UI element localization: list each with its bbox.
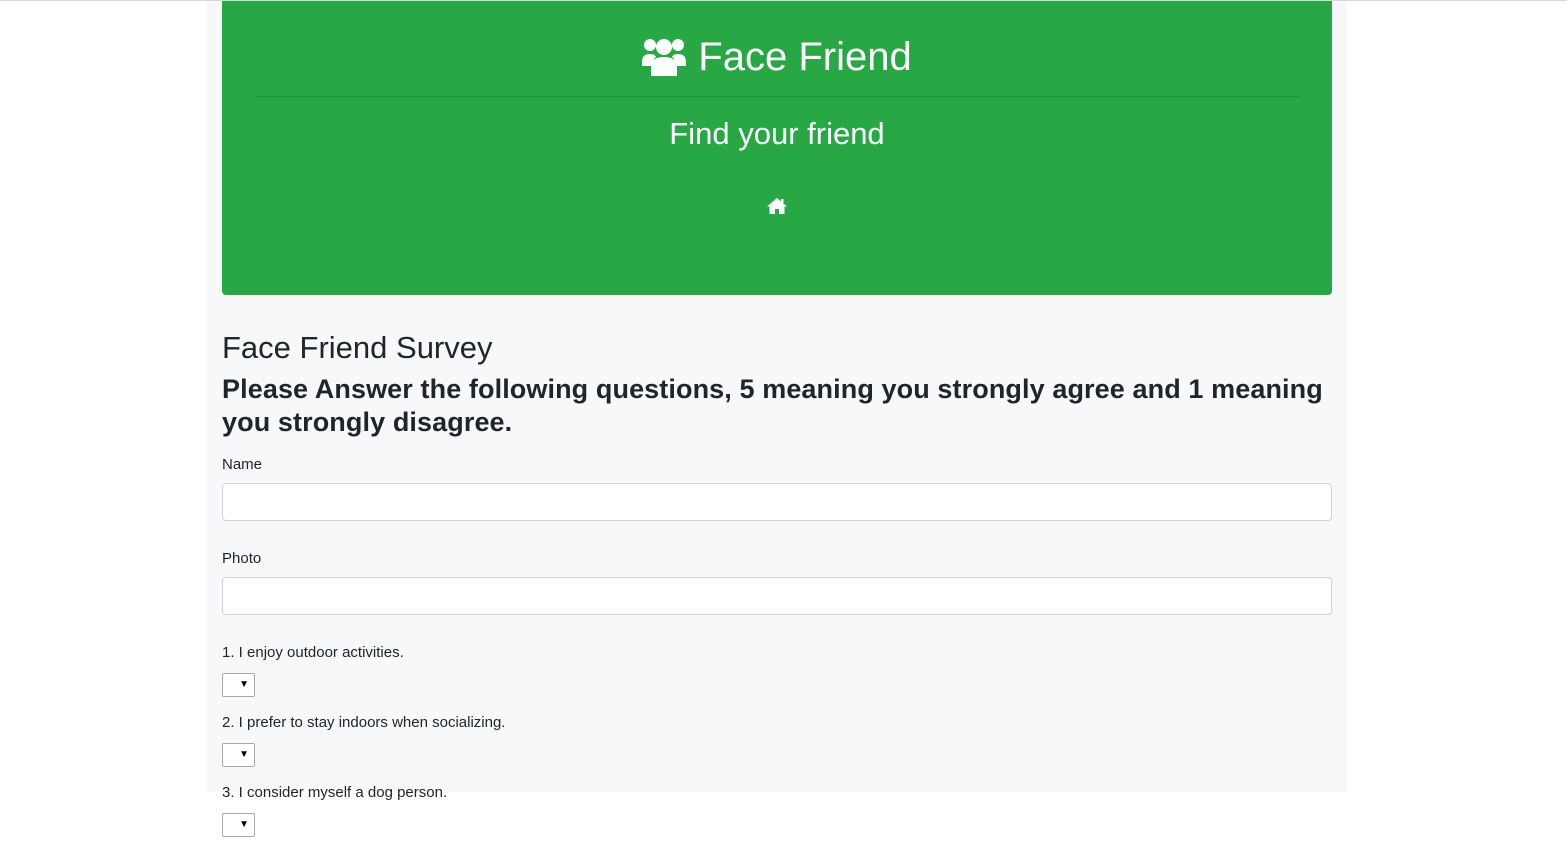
question-label: 1. I enjoy outdoor activities. <box>222 644 404 661</box>
photo-label: Photo <box>222 550 262 567</box>
photo-input[interactable] <box>222 577 1332 615</box>
tagline: Find your friend <box>669 116 885 151</box>
dropdown-arrow-icon: ▼ <box>239 819 249 830</box>
name-group: Name <box>222 455 1332 521</box>
photo-group: Photo <box>222 549 1332 615</box>
question-label: 2. I prefer to stay indoors when sociali… <box>222 714 506 731</box>
dropdown-arrow-icon: ▼ <box>239 679 249 690</box>
users-icon <box>642 36 687 78</box>
question-3: 3. I consider myself a dog person. ▼ <box>222 783 1332 837</box>
home-icon <box>767 197 787 219</box>
dropdown-arrow-icon: ▼ <box>239 749 249 760</box>
survey-form: Face Friend Survey Please Answer the fol… <box>222 329 1332 853</box>
home-link[interactable] <box>766 197 788 219</box>
page-container: Face Friend Find your friend Face Friend… <box>207 1 1347 837</box>
header-divider <box>254 96 1300 97</box>
brand-title: Face Friend <box>698 35 912 79</box>
question-1-select[interactable]: ▼ <box>222 673 255 697</box>
brand: Face Friend <box>222 33 1332 81</box>
question-2: 2. I prefer to stay indoors when sociali… <box>222 713 1332 767</box>
question-2-select[interactable]: ▼ <box>222 743 255 767</box>
survey-instructions: Please Answer the following questions, 5… <box>222 374 1323 437</box>
survey-title: Face Friend Survey <box>222 330 493 365</box>
name-label: Name <box>222 456 263 473</box>
question-1: 1. I enjoy outdoor activities. ▼ <box>222 643 1332 697</box>
name-input[interactable] <box>222 483 1332 521</box>
question-label: 3. I consider myself a dog person. <box>222 784 448 801</box>
question-3-select[interactable]: ▼ <box>222 813 255 837</box>
header-jumbotron: Face Friend Find your friend <box>222 1 1332 295</box>
